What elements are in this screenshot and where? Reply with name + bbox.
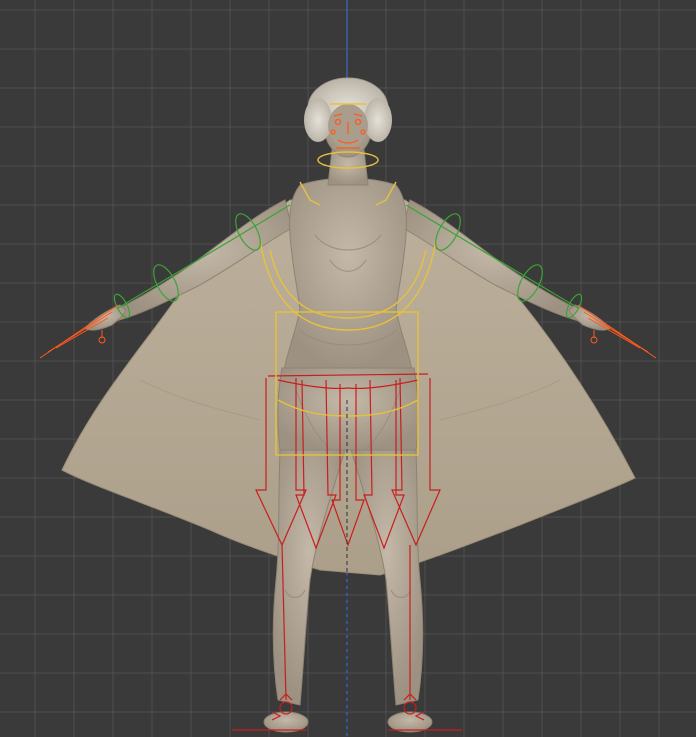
left-foot	[263, 711, 309, 733]
hair[interactable]	[304, 77, 392, 148]
3d-viewport[interactable]	[0, 0, 696, 737]
torso	[283, 177, 413, 371]
right-foot	[387, 711, 433, 733]
